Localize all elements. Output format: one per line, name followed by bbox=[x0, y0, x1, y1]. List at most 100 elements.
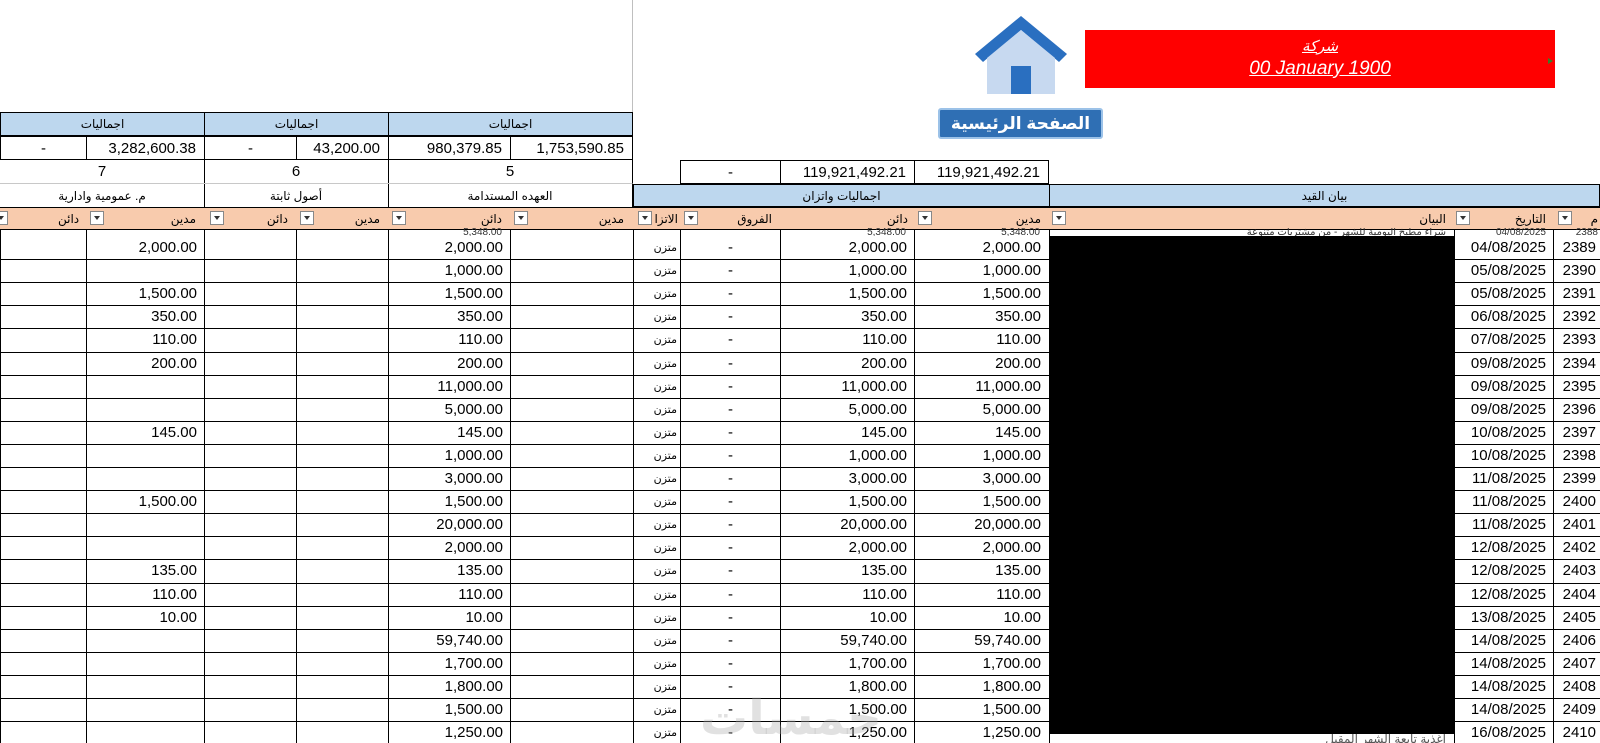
table-cell[interactable]: 2405 bbox=[1553, 606, 1600, 629]
table-cell[interactable]: 200.00 bbox=[86, 352, 205, 375]
table-cell[interactable] bbox=[86, 375, 205, 398]
table-cell[interactable] bbox=[204, 559, 297, 582]
table-cell[interactable] bbox=[0, 698, 87, 721]
table-cell[interactable]: 2409 bbox=[1553, 698, 1600, 721]
table-cell[interactable]: 13/08/2025 bbox=[1454, 606, 1554, 629]
table-cell[interactable]: - bbox=[680, 328, 781, 351]
table-cell[interactable]: 12/08/2025 bbox=[1454, 583, 1554, 606]
table-cell[interactable] bbox=[0, 652, 87, 675]
table-cell[interactable] bbox=[0, 559, 87, 582]
table-cell[interactable]: متزن bbox=[633, 444, 681, 467]
totals-custody-debit[interactable]: 1,753,590.85 bbox=[510, 136, 633, 160]
table-cell[interactable] bbox=[0, 629, 87, 652]
table-cell[interactable]: متزن bbox=[633, 675, 681, 698]
table-cell[interactable]: 09/08/2025 bbox=[1454, 398, 1554, 421]
table-cell[interactable] bbox=[0, 467, 87, 490]
table-cell[interactable]: 11/08/2025 bbox=[1454, 513, 1554, 536]
table-cell[interactable]: 2,000.00 bbox=[86, 236, 205, 259]
table-cell[interactable]: 135.00 bbox=[914, 559, 1049, 582]
table-cell[interactable]: 59,740.00 bbox=[780, 629, 915, 652]
table-cell[interactable] bbox=[86, 698, 205, 721]
table-cell[interactable] bbox=[0, 282, 87, 305]
table-cell[interactable]: متزن bbox=[633, 421, 681, 444]
table-cell[interactable] bbox=[0, 513, 87, 536]
table-cell[interactable]: 110.00 bbox=[914, 583, 1049, 606]
table-cell[interactable]: 09/08/2025 bbox=[1454, 375, 1554, 398]
table-cell[interactable]: 10.00 bbox=[86, 606, 205, 629]
table-cell[interactable]: 110.00 bbox=[86, 328, 205, 351]
table-cell[interactable]: 16/08/2025 bbox=[1454, 721, 1554, 743]
balance-total-diff[interactable]: - bbox=[680, 160, 781, 184]
table-cell[interactable]: متزن bbox=[633, 559, 681, 582]
table-cell[interactable]: 1,250.00 bbox=[388, 721, 511, 743]
table-cell[interactable] bbox=[86, 721, 205, 743]
table-cell[interactable] bbox=[0, 398, 87, 421]
table-cell[interactable] bbox=[510, 675, 633, 698]
table-cell[interactable]: 5,000.00 bbox=[914, 398, 1049, 421]
table-cell[interactable] bbox=[0, 328, 87, 351]
table-cell[interactable]: 14/08/2025 bbox=[1454, 652, 1554, 675]
table-cell[interactable] bbox=[296, 675, 389, 698]
table-cell[interactable]: 2389 bbox=[1553, 236, 1600, 259]
table-cell[interactable] bbox=[296, 236, 389, 259]
table-cell[interactable] bbox=[510, 375, 633, 398]
table-cell[interactable] bbox=[0, 375, 87, 398]
table-cell[interactable] bbox=[510, 721, 633, 743]
table-cell[interactable]: 2,000.00 bbox=[388, 536, 511, 559]
table-cell[interactable] bbox=[296, 305, 389, 328]
table-cell[interactable]: 1,700.00 bbox=[914, 652, 1049, 675]
table-cell[interactable]: - bbox=[680, 536, 781, 559]
table-cell[interactable] bbox=[204, 583, 297, 606]
table-cell[interactable]: 350.00 bbox=[388, 305, 511, 328]
table-cell[interactable]: 2,000.00 bbox=[780, 236, 915, 259]
table-cell[interactable]: 1,500.00 bbox=[780, 282, 915, 305]
table-cell[interactable]: متزن bbox=[633, 352, 681, 375]
table-cell[interactable] bbox=[204, 698, 297, 721]
table-cell[interactable]: 135.00 bbox=[388, 559, 511, 582]
table-cell[interactable] bbox=[510, 444, 633, 467]
table-cell[interactable] bbox=[296, 398, 389, 421]
table-cell[interactable] bbox=[0, 721, 87, 743]
table-cell[interactable]: - bbox=[680, 490, 781, 513]
filter-dropdown-icon[interactable] bbox=[1456, 211, 1470, 225]
table-cell[interactable] bbox=[296, 536, 389, 559]
table-cell[interactable]: متزن bbox=[633, 583, 681, 606]
table-cell[interactable]: 1,500.00 bbox=[86, 490, 205, 513]
table-cell[interactable]: 2,000.00 bbox=[780, 536, 915, 559]
table-cell[interactable]: 1,500.00 bbox=[86, 282, 205, 305]
table-cell[interactable] bbox=[204, 236, 297, 259]
table-cell[interactable] bbox=[204, 721, 297, 743]
table-cell[interactable]: 1,800.00 bbox=[388, 675, 511, 698]
table-cell[interactable]: 10.00 bbox=[780, 606, 915, 629]
filter-dropdown-icon[interactable] bbox=[514, 211, 528, 225]
table-cell[interactable] bbox=[86, 398, 205, 421]
table-cell[interactable] bbox=[204, 398, 297, 421]
table-cell[interactable]: 200.00 bbox=[388, 352, 511, 375]
table-cell[interactable]: 110.00 bbox=[388, 583, 511, 606]
table-cell[interactable]: 09/08/2025 bbox=[1454, 352, 1554, 375]
table-cell[interactable]: 2390 bbox=[1553, 259, 1600, 282]
table-cell[interactable]: 200.00 bbox=[914, 352, 1049, 375]
house-logo-icon[interactable] bbox=[965, 10, 1077, 96]
table-cell[interactable]: 110.00 bbox=[388, 328, 511, 351]
table-cell[interactable]: متزن bbox=[633, 513, 681, 536]
table-cell[interactable]: 20,000.00 bbox=[914, 513, 1049, 536]
table-cell[interactable] bbox=[0, 352, 87, 375]
table-cell[interactable]: 59,740.00 bbox=[914, 629, 1049, 652]
table-cell[interactable] bbox=[296, 652, 389, 675]
table-cell[interactable] bbox=[0, 421, 87, 444]
table-cell[interactable] bbox=[296, 421, 389, 444]
table-cell[interactable] bbox=[204, 536, 297, 559]
table-cell[interactable]: 1,500.00 bbox=[914, 698, 1049, 721]
table-cell[interactable]: 11/08/2025 bbox=[1454, 490, 1554, 513]
table-cell[interactable]: 3,000.00 bbox=[914, 467, 1049, 490]
table-cell[interactable]: 11,000.00 bbox=[914, 375, 1049, 398]
table-cell[interactable]: 1,500.00 bbox=[388, 490, 511, 513]
table-cell[interactable]: 110.00 bbox=[86, 583, 205, 606]
filter-dropdown-icon[interactable] bbox=[684, 211, 698, 225]
table-cell[interactable]: 5,000.00 bbox=[388, 398, 511, 421]
table-cell[interactable] bbox=[510, 629, 633, 652]
table-cell[interactable]: 1,000.00 bbox=[780, 259, 915, 282]
table-cell[interactable]: 1,000.00 bbox=[388, 444, 511, 467]
table-cell[interactable]: 1,500.00 bbox=[780, 490, 915, 513]
